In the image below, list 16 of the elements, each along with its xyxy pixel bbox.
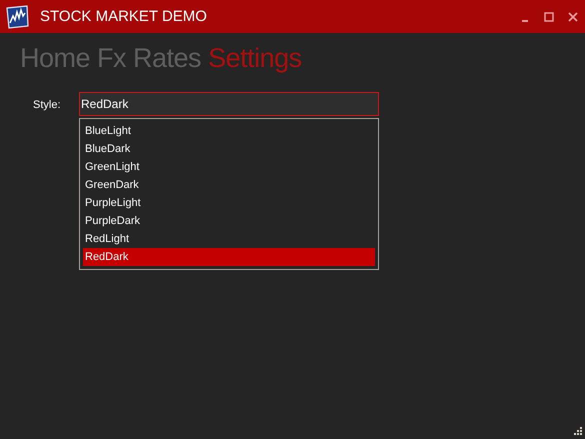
dropdown-option[interactable]: BlueLight [83,122,375,140]
close-icon [568,12,578,22]
dropdown-option[interactable]: PurpleLight [83,194,375,212]
style-label: Style: [33,99,62,111]
window-title: STOCK MARKET DEMO [40,8,207,25]
dropdown-option[interactable]: BlueDark [83,140,375,158]
dropdown-option[interactable]: GreenLight [83,158,375,176]
dropdown-option[interactable]: RedDark [83,248,375,266]
minimize-icon [522,20,528,22]
style-dropdown[interactable]: RedDark [79,92,379,116]
dropdown-option[interactable]: GreenDark [83,176,375,194]
dropdown-option[interactable]: PurpleDark [83,212,375,230]
resize-grip-icon[interactable] [572,426,582,436]
dropdown-option[interactable]: RedLight [83,230,375,248]
maximize-icon [544,12,554,22]
chart-logo-icon [4,4,30,30]
